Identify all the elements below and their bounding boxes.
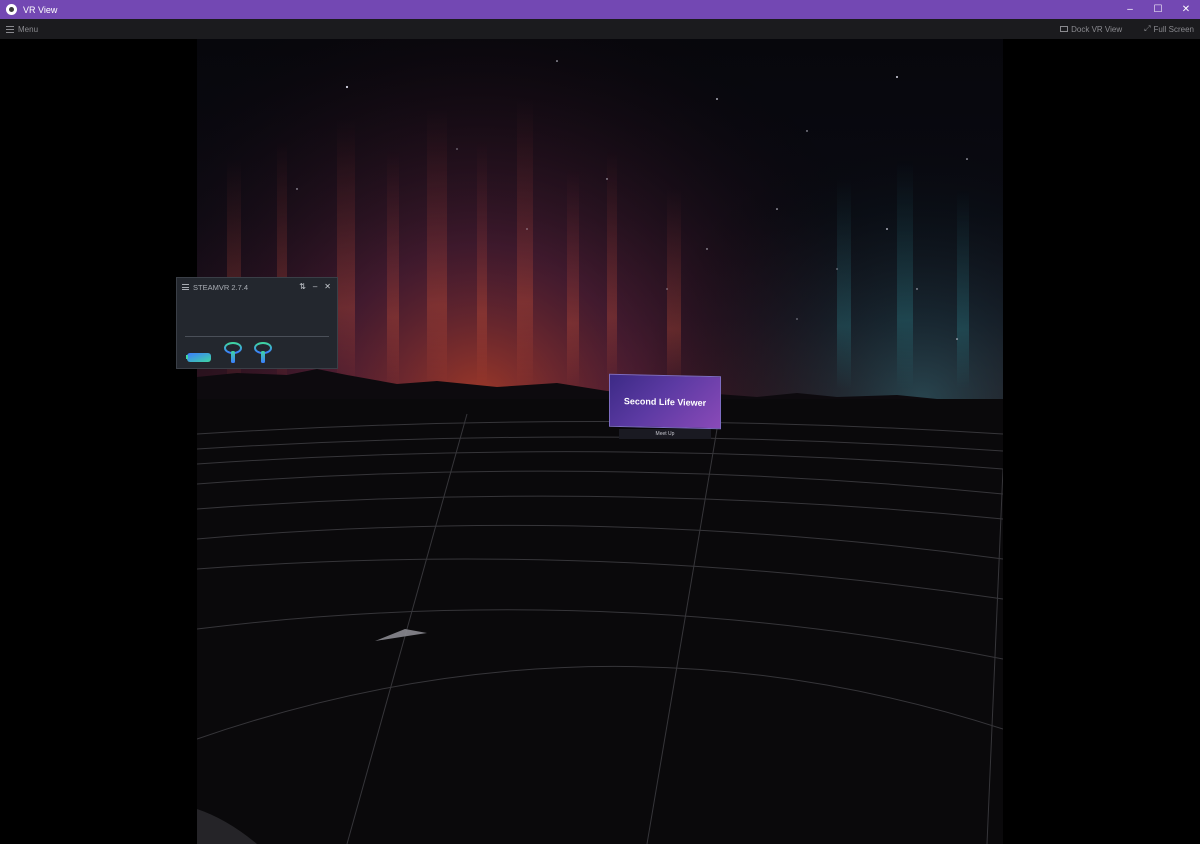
dock-icon [1060,26,1069,32]
steamvr-device-list [186,342,272,364]
controller-icon [254,342,272,363]
app-card-tag: Meet Up [619,429,711,439]
expand-icon: ⤢ [1144,24,1151,33]
menu-label: Menu [18,24,39,34]
headset-icon [186,353,211,362]
maximize-button[interactable]: ☐ [1144,0,1172,19]
steamvr-minimize-icon[interactable]: – [313,282,317,291]
dock-vr-view-button[interactable]: Dock VR View [1060,25,1122,34]
steamvr-menu-icon[interactable] [182,284,189,290]
steamvr-app-icon [6,4,17,15]
steamvr-title: STEAMVR 2.7.4 [193,282,249,292]
dock-label: Dock VR View [1071,24,1123,34]
window-title: VR View [23,4,58,15]
minimize-button[interactable]: – [1116,0,1144,19]
menu-button[interactable]: Menu [6,25,38,34]
floor-grid [197,413,1003,844]
steamvr-close-icon[interactable]: ✕ [324,282,331,291]
fullscreen-label: Full Screen [1153,24,1194,34]
window-titlebar: VR View – ☐ ✕ [0,0,1200,19]
close-button[interactable]: ✕ [1172,0,1200,19]
steamvr-header: STEAMVR 2.7.4 ⇅ – ✕ [177,278,337,296]
steamvr-divider [185,336,329,337]
hamburger-icon [6,25,14,33]
steamvr-flip-icon[interactable]: ⇅ [299,282,306,291]
steamvr-status-panel[interactable]: STEAMVR 2.7.4 ⇅ – ✕ [176,277,338,369]
controller-icon [224,342,242,363]
vr-viewport[interactable] [197,39,1003,844]
vr-view-toolbar: Menu Dock VR View ⤢ Full Screen [0,19,1200,39]
full-screen-button[interactable]: ⤢ Full Screen [1144,24,1194,34]
app-card-title: Second Life Viewer [623,395,707,408]
window-controls: – ☐ ✕ [1116,0,1200,19]
second-life-viewer-card[interactable]: Second Life Viewer [609,373,721,430]
